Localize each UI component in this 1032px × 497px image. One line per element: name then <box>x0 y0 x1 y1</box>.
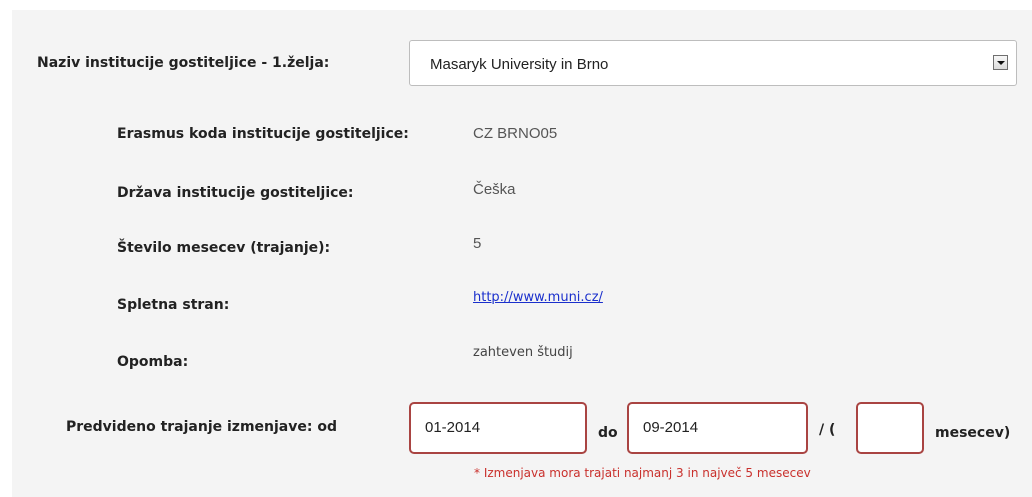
duration-label: Predvideno trajanje izmenjave: od <box>66 419 337 435</box>
months-label: Število mesecev (trajanje): <box>117 240 331 256</box>
duration-to-input[interactable]: 09-2014 <box>627 402 808 454</box>
erasmus-code-value: CZ BRNO05 <box>473 125 558 142</box>
website-label: Spletna stran: <box>117 297 230 313</box>
website-link[interactable]: http://www.muni.cz/ <box>473 290 603 305</box>
country-value: Češka <box>473 181 516 198</box>
duration-months-suffix: mesecev) <box>935 425 1011 441</box>
host-institution-selected-value: Masaryk University in Brno <box>430 56 609 73</box>
duration-error-message: * Izmenjava mora trajati najmanj 3 in na… <box>474 466 811 480</box>
note-value: zahteven študij <box>473 345 573 360</box>
host-institution-label: Naziv institucije gostiteljice - 1.želja… <box>37 55 330 71</box>
dropdown-button[interactable] <box>993 55 1008 70</box>
chevron-down-icon <box>997 61 1005 65</box>
months-value: 5 <box>473 235 482 252</box>
duration-from-input[interactable]: 01-2014 <box>409 402 587 454</box>
note-label: Opomba: <box>117 354 189 370</box>
host-institution-select[interactable]: Masaryk University in Brno <box>409 40 1017 86</box>
duration-months-input[interactable] <box>856 402 924 454</box>
duration-to-label: do <box>598 425 618 441</box>
duration-separator: / ( <box>819 422 836 438</box>
erasmus-code-label: Erasmus koda institucije gostiteljice: <box>117 126 409 142</box>
country-label: Država institucije gostiteljice: <box>117 185 354 201</box>
